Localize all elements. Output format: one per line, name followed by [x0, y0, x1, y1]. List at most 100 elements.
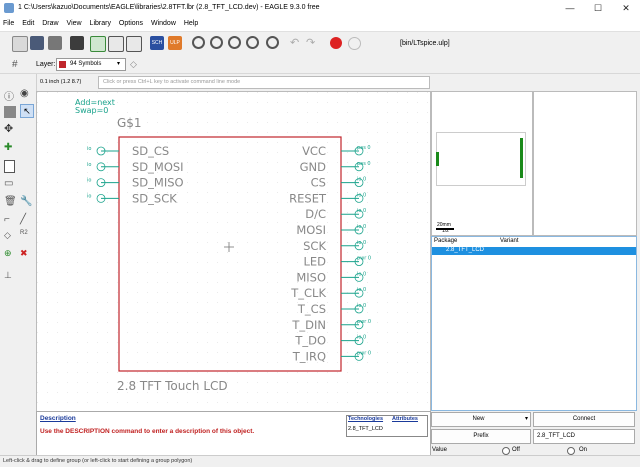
package-outline [436, 132, 526, 186]
status-text: Left-click & drag to define group (or le… [3, 458, 193, 464]
menu-bar: File Edit Draw View Library Options Wind… [0, 17, 640, 32]
prefix-button-label: Prefix [473, 433, 489, 439]
window-title: 1 C:\Users\kazuo\Documents\EAGLE\librari… [18, 4, 320, 11]
command-bar: 0.1 inch (1.2 8.7) Click or press Ctrl+L… [0, 74, 640, 90]
add-pin-icon[interactable]: ⊕ [4, 248, 16, 260]
save-icon[interactable] [30, 36, 44, 50]
ulp-button[interactable]: ULP [168, 36, 182, 50]
undo-icon[interactable]: ↶ [290, 36, 304, 50]
menu-help[interactable]: Help [181, 17, 201, 27]
description-text: Use the DESCRIPTION command to enter a d… [40, 428, 255, 435]
select-arrow-icon[interactable]: ↖ [20, 104, 34, 118]
zoom-fit-icon[interactable] [192, 36, 205, 49]
status-bar: Left-click & drag to define group (or le… [0, 455, 640, 467]
minimize-button[interactable]: — [556, 0, 584, 17]
pin-name-label: SD_MISO [132, 176, 184, 190]
menu-view[interactable]: View [64, 17, 85, 27]
zoom-out-icon[interactable] [228, 36, 241, 49]
tag-icon[interactable]: ◇ [130, 59, 137, 70]
command-input[interactable]: Click or press Ctrl+L key to activate co… [98, 76, 430, 89]
layer-select[interactable]: 94 Symbols ▾ [56, 58, 126, 71]
menu-window[interactable]: Window [148, 17, 179, 27]
app-icon [4, 3, 14, 13]
symbol-icon[interactable] [108, 36, 124, 52]
show-icon[interactable]: ◉ [20, 88, 32, 100]
mark-icon[interactable]: ⊥ [4, 270, 16, 282]
line-icon[interactable]: ╱ [20, 214, 32, 226]
pin-direction-label: pwr 0 [357, 350, 371, 356]
redo-icon[interactable]: ↷ [306, 36, 320, 50]
library-book-icon[interactable] [70, 36, 84, 50]
variant-column-header[interactable]: Variant [500, 238, 519, 244]
device-icon[interactable] [126, 36, 142, 52]
menu-edit[interactable]: Edit [19, 17, 37, 27]
document-icon[interactable] [4, 160, 15, 173]
connect-button[interactable]: Connect [533, 412, 635, 427]
pin-name-label: VCC [302, 144, 326, 158]
pin-name-label: LED [303, 255, 326, 269]
wrench-icon[interactable]: 🔧 [20, 196, 32, 208]
copy-icon[interactable]: ✚ [4, 142, 16, 154]
print-icon[interactable] [48, 36, 62, 50]
pin-direction-label: io 0 [357, 335, 366, 341]
pin-name-label: D/C [305, 207, 326, 221]
delete-icon[interactable]: 🗑 [4, 196, 17, 208]
menu-options[interactable]: Options [116, 17, 146, 27]
menu-draw[interactable]: Draw [39, 17, 61, 27]
tab-technologies[interactable]: Technologies [348, 416, 383, 422]
prefix-button[interactable]: Prefix [431, 429, 531, 444]
pin-name-label: SCK [303, 239, 326, 253]
pin-direction-label: pas 0 [357, 145, 371, 151]
menu-library[interactable]: Library [87, 17, 114, 27]
pin-direction-label: io [87, 162, 91, 168]
title-bar: 1 C:\Users\kazuo\Documents\EAGLE\librari… [0, 0, 640, 18]
remove-pin-icon[interactable]: ✖ [20, 248, 32, 260]
value-on-radio[interactable] [567, 447, 575, 455]
value-off-radio[interactable] [502, 447, 510, 455]
wire-icon[interactable]: ⌐ [4, 214, 16, 226]
zoom-select-icon[interactable] [246, 36, 259, 49]
command-placeholder: Click or press Ctrl+L key to activate co… [103, 79, 241, 85]
symbol-name: G$1 [117, 116, 142, 130]
pin-name-label: T_CLK [290, 286, 326, 300]
prefix-field[interactable]: 2.8_TFT_LCD [533, 429, 635, 444]
parameter-bar: # Layer: 94 Symbols ▾ ◇ [0, 56, 640, 74]
pin-direction-label: io 0 [357, 192, 366, 198]
label-icon[interactable]: ◇ [4, 230, 16, 242]
package-list: Package Variant 2.8_TFT_LCD [431, 236, 637, 411]
grid-icon[interactable]: # [12, 59, 18, 70]
pad-icon[interactable] [90, 36, 106, 52]
pin-direction-label: pas 0 [357, 161, 371, 167]
pin-name-label: MISO [296, 270, 326, 284]
go-icon[interactable] [348, 37, 361, 50]
scale-value: 1/2 [442, 228, 449, 234]
pin-direction-label: io 0 [357, 271, 366, 277]
r2-icon[interactable]: R2 [20, 230, 32, 242]
package-row-selected[interactable]: 2.8_TFT_LCD [432, 247, 636, 255]
package-column-header[interactable]: Package [434, 238, 457, 244]
tab-attributes[interactable]: Attributes [392, 416, 418, 422]
connect-button-label: Connect [572, 416, 596, 422]
pin-name-label: RESET [289, 191, 327, 205]
pin-name-label: MOSI [296, 223, 326, 237]
redraw-icon[interactable] [266, 36, 279, 49]
move-icon[interactable]: ✥ [4, 122, 16, 135]
info-icon[interactable]: ⓘ [4, 88, 16, 103]
new-button[interactable]: New ▾ [431, 412, 531, 427]
open-icon[interactable] [12, 36, 28, 52]
technology-row[interactable]: 2.8_TFT_LCD [348, 426, 383, 432]
pin-direction-label: io 0 [357, 303, 366, 309]
zoom-in-icon[interactable] [210, 36, 223, 49]
menu-file[interactable]: File [0, 17, 17, 27]
sch-button[interactable]: SCH [150, 36, 164, 50]
group-icon[interactable]: ▭ [4, 178, 16, 190]
symbol-drawing[interactable]: Add=next Swap=0 G$1 io SD_CSio SD_MOSIio SD… [37, 92, 430, 412]
layer-visibility-icon[interactable] [4, 106, 16, 118]
stop-icon[interactable] [330, 37, 342, 49]
close-button[interactable]: ✕ [612, 0, 640, 17]
symbol-canvas[interactable]: Add=next Swap=0 G$1 io SD_CS io SD_MOSI io SD… [36, 91, 431, 413]
description-heading[interactable]: Description [40, 415, 76, 422]
new-button-label: New [472, 416, 485, 422]
maximize-button[interactable]: ☐ [584, 0, 612, 17]
package-pads-right [520, 138, 523, 178]
